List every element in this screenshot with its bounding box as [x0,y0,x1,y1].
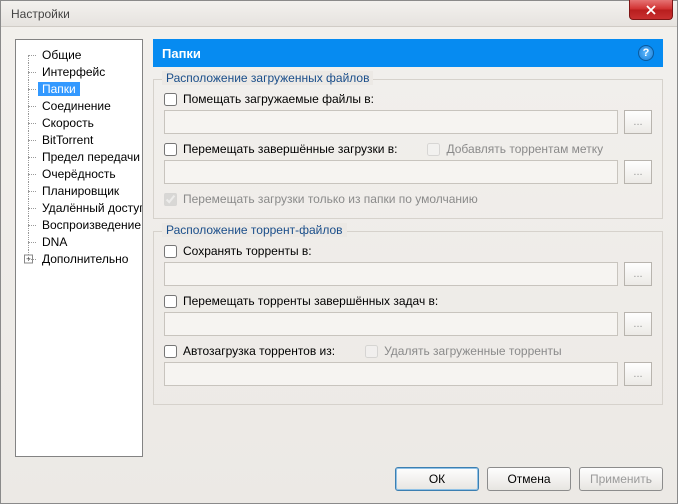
checkbox-only-default: Перемещать загрузки только из папки по у… [164,192,478,206]
apply-button[interactable]: Применить [579,467,663,491]
browse-button[interactable]: ... [624,110,652,134]
dialog-footer: ОК Отмена Применить [1,457,677,503]
checkbox-add-label: Добавлять торрентам метку [427,142,603,156]
tree-item-interface[interactable]: Интерфейс [18,63,140,80]
tree-item-general[interactable]: Общие [18,46,140,63]
save-torrents-path[interactable] [164,262,618,286]
checkbox-input[interactable] [164,245,177,258]
tree-item-bittorrent[interactable]: BitTorrent [18,131,140,148]
move-finished-path[interactable] [164,312,618,336]
tree-item-scheduler[interactable]: Планировщик [18,182,140,199]
checkbox-input [365,345,378,358]
browse-button[interactable]: ... [624,362,652,386]
checkbox-put-downloads[interactable]: Помещать загружаемые файлы в: [164,92,374,106]
expand-icon[interactable]: + [24,254,33,263]
tree-item-remote[interactable]: Удалённый доступ [18,199,140,216]
cancel-button[interactable]: Отмена [487,467,571,491]
checkbox-autoload-torrents[interactable]: Автозагрузка торрентов из: [164,344,335,358]
settings-pane: Папки ? Расположение загруженных файлов … [153,39,663,457]
help-button[interactable]: ? [638,45,654,61]
tree-item-connection[interactable]: Соединение [18,97,140,114]
checkbox-input [427,143,440,156]
titlebar: Настройки [1,1,677,27]
pane-header: Папки ? [153,39,663,67]
checkbox-input[interactable] [164,295,177,308]
checkbox-input[interactable] [164,93,177,106]
tree-item-folders[interactable]: Папки [18,80,140,97]
move-completed-path[interactable] [164,160,618,184]
close-button[interactable] [629,0,673,20]
checkbox-input[interactable] [164,345,177,358]
autoload-path[interactable] [164,362,618,386]
close-icon [645,5,657,15]
tree-item-advanced[interactable]: +Дополнительно [18,250,140,267]
window-title: Настройки [11,7,70,21]
group-title: Расположение загруженных файлов [162,71,373,85]
content-area: Общие Интерфейс Папки Соединение Скорост… [1,27,677,457]
tree-item-speed[interactable]: Скорость [18,114,140,131]
tree-item-transfercap[interactable]: Предел передачи [18,148,140,165]
settings-window: Настройки Общие Интерфейс Папки Соединен… [0,0,678,504]
checkbox-input[interactable] [164,143,177,156]
checkbox-move-finished-torrents[interactable]: Перемещать торренты завершённых задач в: [164,294,438,308]
browse-button[interactable]: ... [624,262,652,286]
checkbox-move-completed[interactable]: Перемещать завершённые загрузки в: [164,142,397,156]
group-title: Расположение торрент-файлов [162,223,347,237]
ok-button[interactable]: ОК [395,467,479,491]
group-downloaded-location: Расположение загруженных файлов Помещать… [153,79,663,219]
category-tree[interactable]: Общие Интерфейс Папки Соединение Скорост… [15,39,143,457]
pane-title: Папки [162,46,201,61]
browse-button[interactable]: ... [624,160,652,184]
tree-item-playback[interactable]: Воспроизведение [18,216,140,233]
group-torrent-location: Расположение торрент-файлов Сохранять то… [153,231,663,405]
tree-item-queueing[interactable]: Очерёдность [18,165,140,182]
put-downloads-path[interactable] [164,110,618,134]
checkbox-input [164,193,177,206]
browse-button[interactable]: ... [624,312,652,336]
checkbox-save-torrents[interactable]: Сохранять торренты в: [164,244,312,258]
checkbox-delete-loaded: Удалять загруженные торренты [365,344,562,358]
tree-item-dna[interactable]: DNA [18,233,140,250]
